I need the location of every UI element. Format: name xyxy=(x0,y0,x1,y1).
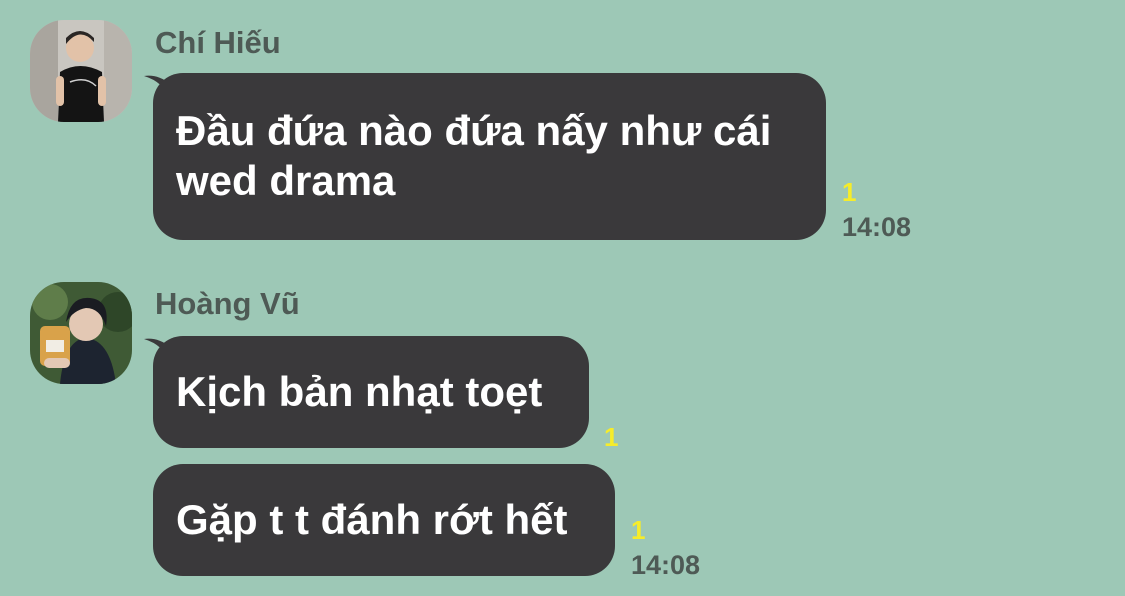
unread-count: 1 xyxy=(631,515,646,545)
chat-window: Chí Hiếu Đầu đứa nào đứa nấy như cái wed… xyxy=(0,0,1125,596)
unread-count: 1 xyxy=(842,177,857,207)
message-bubble[interactable]: Kịch bản nhạt toẹt xyxy=(153,336,589,448)
unread-count: 1 xyxy=(604,422,619,452)
message-text-line: Kịch bản nhạt toẹt xyxy=(176,368,543,415)
message-text-line: Đầu đứa nào đứa nấy như cái xyxy=(176,107,772,154)
sender-name: Chí Hiếu xyxy=(155,25,281,60)
avatar-hoang-vu[interactable] xyxy=(30,282,132,384)
message-bubble[interactable]: Đầu đứa nào đứa nấy như cái wed drama xyxy=(153,73,826,240)
avatar-photo xyxy=(30,282,132,384)
message-time: 14:08 xyxy=(842,212,912,242)
message-bubble[interactable]: Gặp t t đánh rớt hết xyxy=(153,464,615,576)
sender-name: Hoàng Vũ xyxy=(155,286,300,321)
message-text-line: wed drama xyxy=(176,157,396,204)
message-text-line: Gặp t t đánh rớt hết xyxy=(176,496,568,543)
message-time: 14:08 xyxy=(631,550,701,580)
avatar-chi-hieu[interactable] xyxy=(30,20,132,122)
avatar-photo xyxy=(30,20,132,122)
